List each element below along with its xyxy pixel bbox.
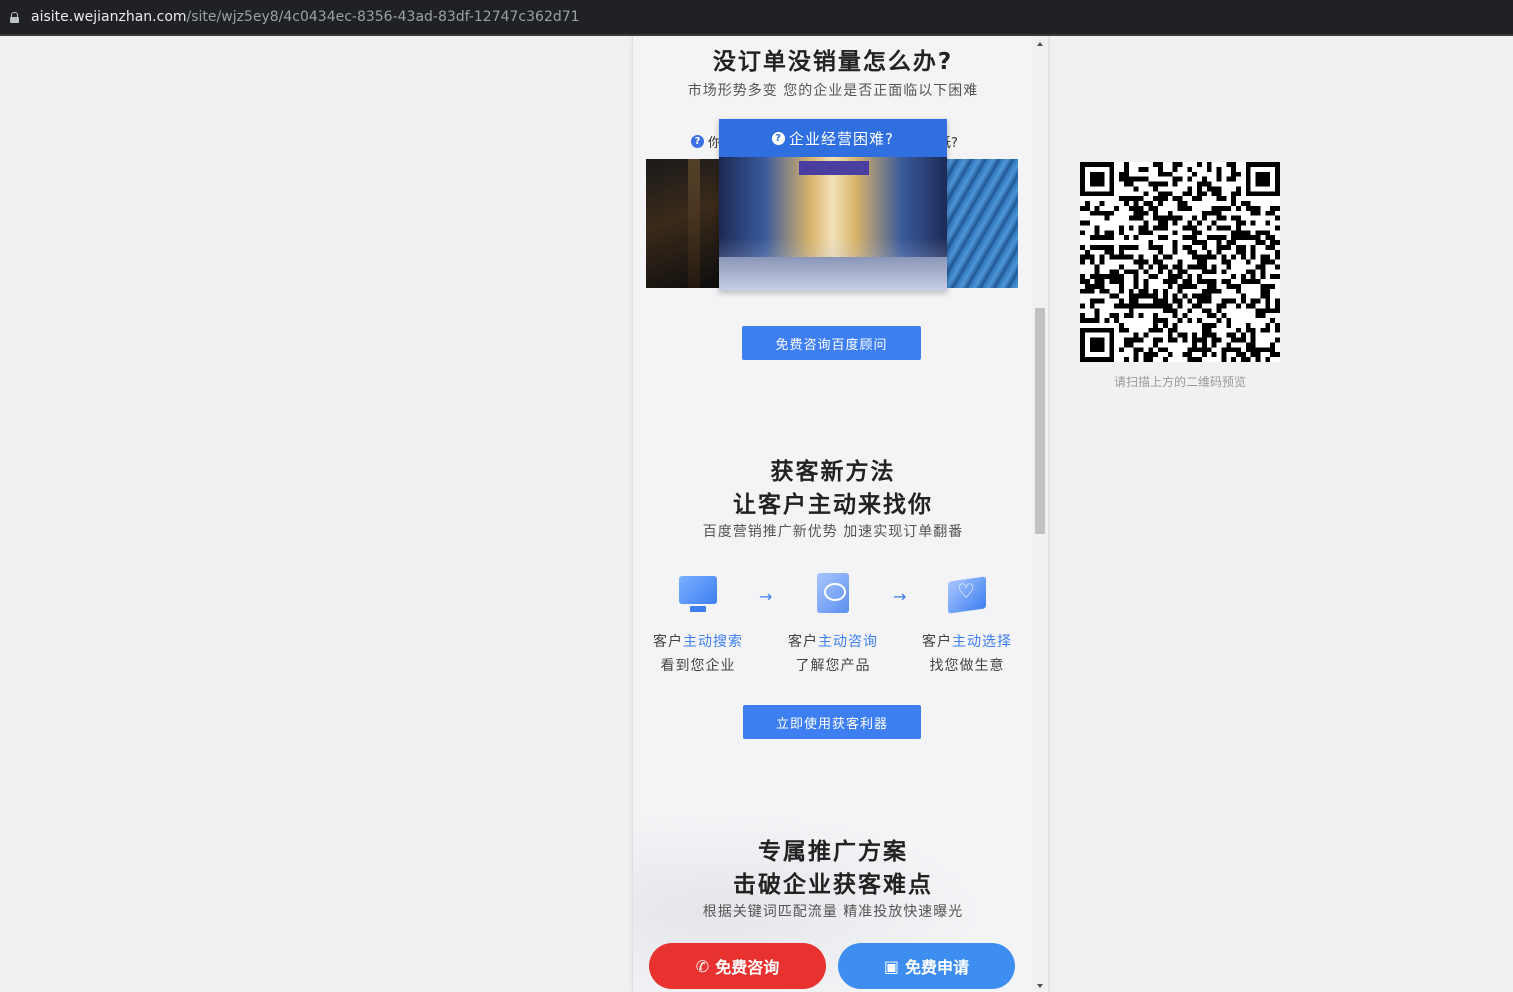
mobile-preview: 没订单没销量怎么办? 市场形势多变 您的企业是否正面临以下困难 ? 你 低? ? … <box>632 36 1049 992</box>
carousel-left-label: ? 你 <box>691 132 721 151</box>
free-consult-advisor-button[interactable]: 免费咨询百度顾问 <box>742 326 921 360</box>
free-consult-button[interactable]: ✆ 免费咨询 <box>649 943 826 989</box>
question-icon: ? <box>691 135 704 148</box>
step-search: 客户主动搜索 看到您企业 <box>643 573 753 675</box>
section1-subtitle: 市场形势多变 您的企业是否正面临以下困难 <box>687 83 979 99</box>
form-icon: ▣ <box>883 956 900 976</box>
heart-icon <box>945 573 989 617</box>
url-host: aisite.wejianzhan.com <box>31 9 187 25</box>
address-bar[interactable]: aisite.wejianzhan.com/site/wjz5ey8/4c043… <box>0 0 1513 34</box>
arrow-right-icon: → <box>893 587 907 606</box>
step-consult: 客户主动咨询 了解您产品 <box>778 573 888 675</box>
section2-title-line1: 获客新方法 <box>770 459 896 485</box>
arrow-right-icon: → <box>759 587 773 606</box>
section3-title-line2: 击破企业获客难点 <box>733 872 933 898</box>
carousel-card-title: 企业经营困难? <box>789 129 894 148</box>
scroll-up-icon[interactable] <box>1037 42 1043 46</box>
url-path: /site/wjz5ey8/4c0434ec-8356-43ad-83df-12… <box>186 9 580 25</box>
qr-code <box>1080 162 1280 362</box>
qr-caption: 请扫描上方的二维码预览 <box>1113 375 1246 389</box>
carousel-image-left[interactable] <box>646 159 721 288</box>
chat-icon <box>811 573 855 617</box>
free-apply-button[interactable]: ▣ 免费申请 <box>838 943 1015 989</box>
monitor-icon <box>676 573 720 617</box>
carousel-card-active[interactable]: ? 企业经营困难? <box>719 119 947 291</box>
section1-title: 没订单没销量怎么办? <box>712 49 954 75</box>
question-icon: ? <box>772 131 786 145</box>
section2-subtitle: 百度营销推广新优势 加速实现订单翻番 <box>702 524 964 540</box>
section3-subtitle: 根据关键词匹配流量 精准投放快速曝光 <box>702 904 964 920</box>
carousel-image-right[interactable] <box>945 159 1018 288</box>
scrollbar[interactable] <box>1032 36 1048 992</box>
carousel-card-header: ? 企业经营困难? <box>719 119 947 157</box>
carousel-card-image <box>719 157 947 291</box>
section3-title-line1: 专属推广方案 <box>758 839 908 865</box>
lock-icon <box>10 11 19 23</box>
scrollbar-thumb[interactable] <box>1035 308 1045 534</box>
section2-title-line2: 让客户主动来找你 <box>733 492 933 518</box>
phone-icon: ✆ <box>695 956 710 976</box>
step-choose: 客户主动选择 找您做生意 <box>912 573 1022 675</box>
use-acquisition-tool-button[interactable]: 立即使用获客利器 <box>743 705 921 739</box>
scroll-down-icon[interactable] <box>1037 984 1043 988</box>
